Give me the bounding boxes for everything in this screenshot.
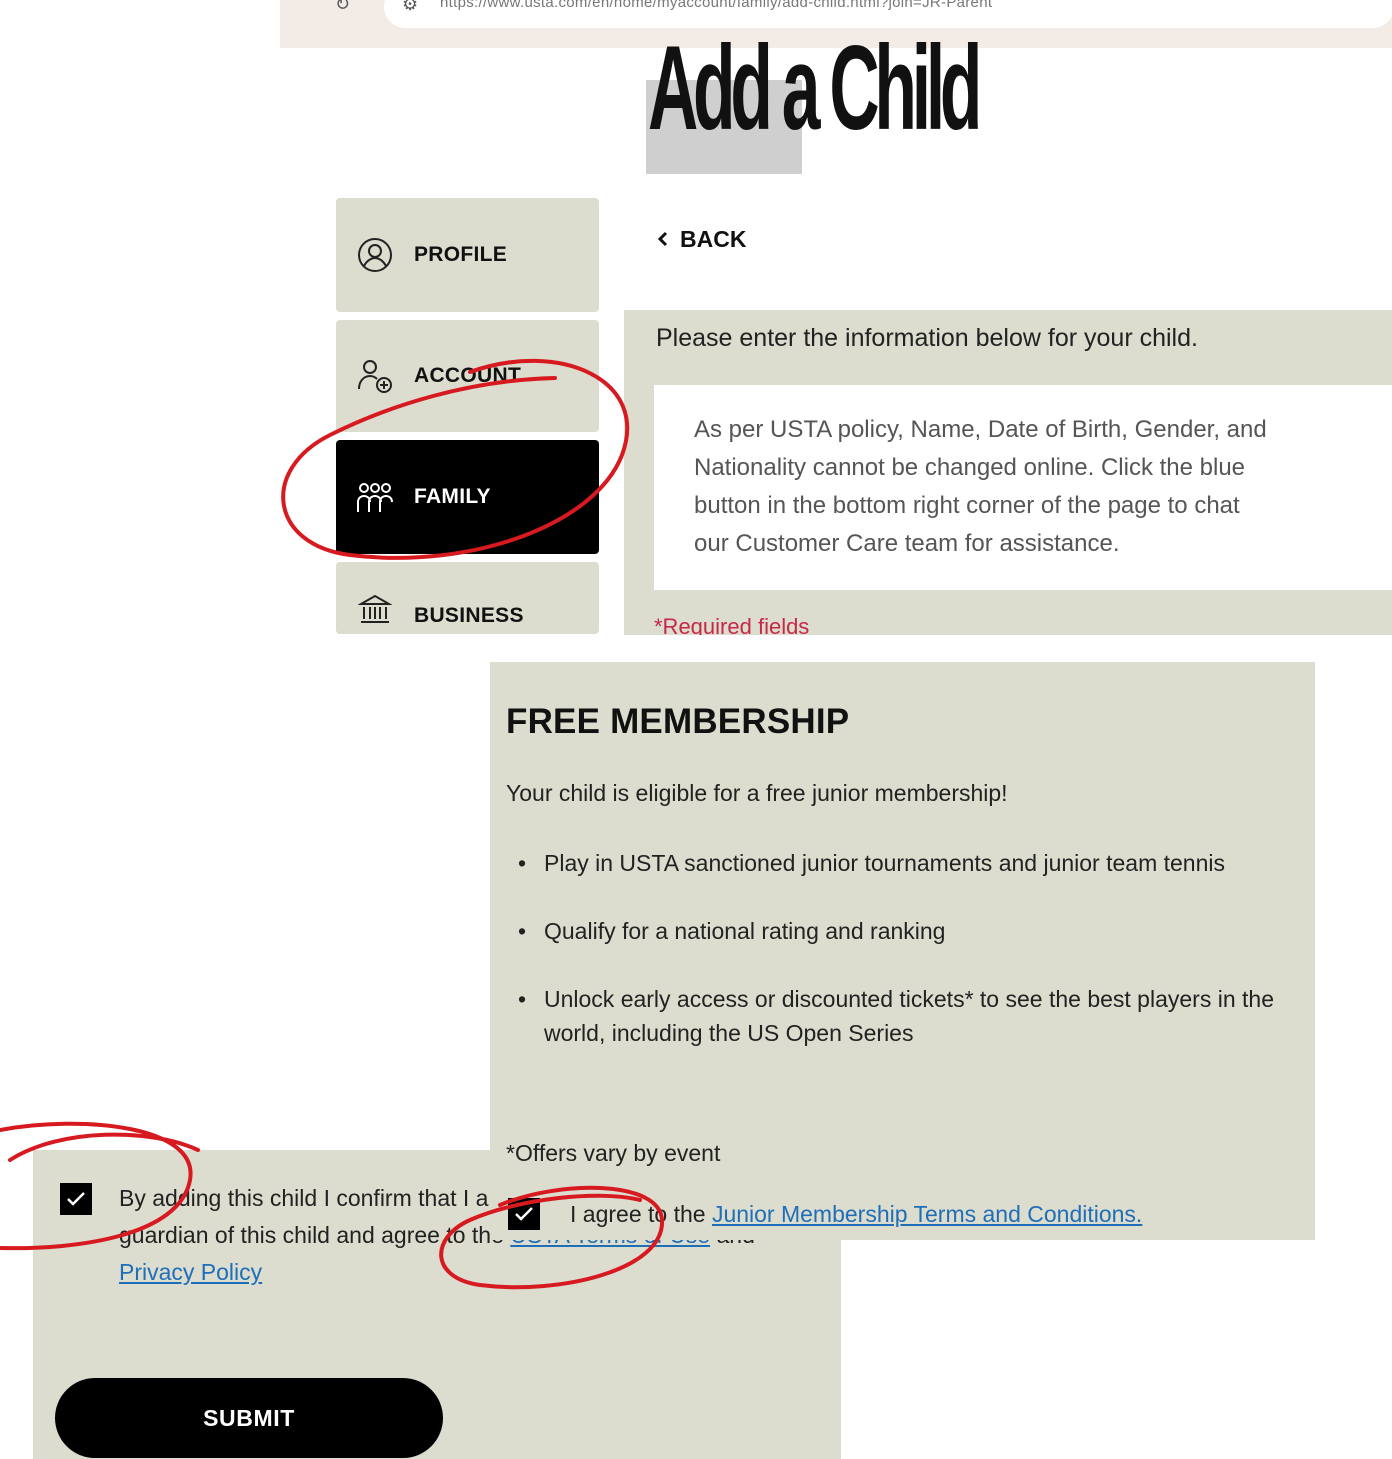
page-title-part2: a Child <box>781 21 983 155</box>
notice-line: button in the bottom right corner of the… <box>694 492 1240 519</box>
chevron-left-icon <box>656 226 670 253</box>
bank-icon <box>356 590 394 628</box>
list-item: Qualify for a national rating and rankin… <box>506 914 1286 948</box>
sidebar-item-label: PROFILE <box>414 243 508 266</box>
sidebar-item-account[interactable]: ACCOUNT <box>336 320 599 432</box>
notice-line: our Customer Care team for assistance. <box>694 530 1120 557</box>
sidebar-item-profile[interactable]: PROFILE <box>336 198 599 312</box>
membership-subtitle: Your child is eligible for a free junior… <box>506 780 1008 806</box>
family-icon <box>356 478 394 516</box>
notice-line: Nationality cannot be changed online. Cl… <box>694 454 1246 481</box>
back-label: BACK <box>680 226 747 252</box>
list-item: Unlock early access or discounted ticket… <box>506 982 1286 1050</box>
membership-benefits: Play in USTA sanctioned junior tournamen… <box>506 846 1286 1084</box>
list-item: Play in USTA sanctioned junior tournamen… <box>506 846 1286 880</box>
submit-button[interactable]: SUBMIT <box>55 1378 443 1458</box>
form-intro: Please enter the information below for y… <box>656 324 1198 352</box>
sidebar-item-business[interactable]: BUSINESS <box>336 562 599 634</box>
sidebar-item-family[interactable]: FAMILY <box>336 440 599 554</box>
child-info-panel: Please enter the information below for y… <box>624 310 1392 635</box>
policy-notice: As per USTA policy, Name, Date of Birth,… <box>654 385 1392 590</box>
check-icon <box>515 1207 533 1221</box>
page-title: Add a Child <box>648 28 982 148</box>
membership-terms-checkbox[interactable] <box>508 1198 540 1230</box>
sidebar-item-label: FAMILY <box>414 485 491 508</box>
add-user-icon <box>356 357 394 395</box>
privacy-policy-link[interactable]: Privacy Policy <box>119 1259 262 1285</box>
consent-checkbox[interactable] <box>60 1183 92 1215</box>
page-title-part1: Add <box>648 21 773 155</box>
reload-icon[interactable]: ↻ <box>335 0 350 15</box>
back-link[interactable]: BACK <box>656 226 746 253</box>
sidebar-item-label: BUSINESS <box>414 604 524 627</box>
check-icon <box>67 1192 85 1206</box>
membership-agree-row: I agree to the Junior Membership Terms a… <box>508 1198 1142 1230</box>
free-membership-card: FREE MEMBERSHIP Your child is eligible f… <box>490 662 1315 1240</box>
site-info-icon[interactable]: ⚙ <box>402 0 418 15</box>
junior-membership-terms-link[interactable]: Junior Membership Terms and Conditions. <box>712 1201 1142 1228</box>
offers-note: *Offers vary by event <box>506 1140 721 1166</box>
notice-line: As per USTA policy, Name, Date of Birth,… <box>694 416 1267 443</box>
agree-prefix: I agree to the <box>570 1200 706 1227</box>
policy-notice-text: As per USTA policy, Name, Date of Birth,… <box>694 411 1267 563</box>
profile-icon <box>356 236 394 274</box>
required-fields-note: *Required fields <box>654 614 810 635</box>
membership-title: FREE MEMBERSHIP <box>506 702 850 741</box>
address-bar-url: https://www.usta.com/en/home/myaccount/f… <box>440 0 993 11</box>
sidebar-item-label: ACCOUNT <box>414 364 522 387</box>
